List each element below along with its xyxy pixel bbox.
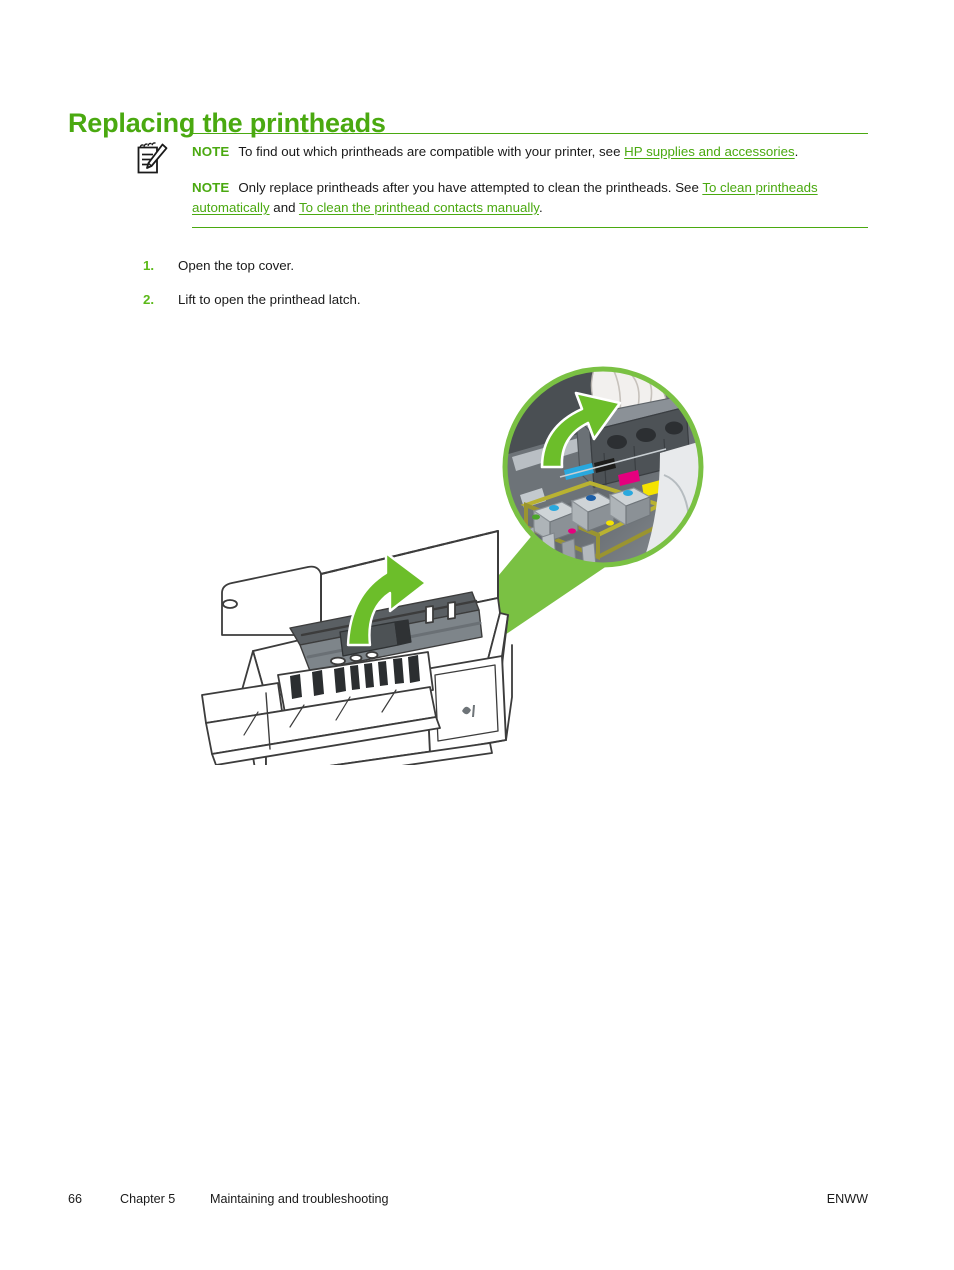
list-item: 2. Lift to open the printhead latch. [143, 290, 843, 310]
note-body: NOTE To find out which printheads are com… [135, 134, 870, 227]
printer-body-drawing [201, 530, 513, 765]
note-text-end: . [538, 200, 543, 215]
note-conjunction: and [269, 200, 299, 215]
page-footer: 66 Chapter 5 Maintaining and troubleshoo… [68, 1192, 868, 1212]
footer-page-number: 66 [68, 1192, 83, 1206]
note-label: NOTE [192, 144, 230, 159]
procedure-steps: 1. Open the top cover. 2. Lift to open t… [143, 256, 843, 310]
note-text: Only replace printheads after you have a… [238, 180, 703, 195]
step-number: 2. [143, 292, 155, 307]
note-paragraph-1: NOTE To find out which printheads are com… [192, 142, 870, 162]
step-text: Open the top cover. [178, 258, 295, 273]
link-hp-supplies-and-accessories[interactable]: HP supplies and accessories [624, 144, 795, 159]
footer-locale-code: ENWW [826, 1192, 868, 1206]
footer-left: 66 Chapter 5 Maintaining and troubleshoo… [68, 1192, 389, 1206]
note-pad-pencil-icon [135, 142, 169, 178]
note-bottom-rule [192, 227, 868, 228]
note-text-end: . [794, 144, 799, 159]
printer-illustration [190, 345, 750, 765]
footer-chapter: Chapter 5 [120, 1192, 176, 1206]
link-to-clean-the-printhead-contacts-manually[interactable]: To clean the printhead contacts manually [299, 200, 539, 215]
note-text: To find out which printheads are compati… [238, 144, 625, 159]
note-block: NOTE To find out which printheads are com… [135, 133, 870, 228]
footer-section-title: Maintaining and troubleshooting [210, 1192, 389, 1206]
step-number: 1. [143, 258, 155, 273]
note-paragraph-2: NOTE Only replace printheads after you ha… [192, 178, 870, 218]
list-item: 1. Open the top cover. [143, 256, 843, 276]
document-page: Replacing the printheads NOTE To find ou… [0, 0, 954, 1270]
step-text: Lift to open the printhead latch. [178, 292, 361, 307]
note-label: NOTE [192, 180, 230, 195]
magnified-inset [502, 366, 704, 568]
